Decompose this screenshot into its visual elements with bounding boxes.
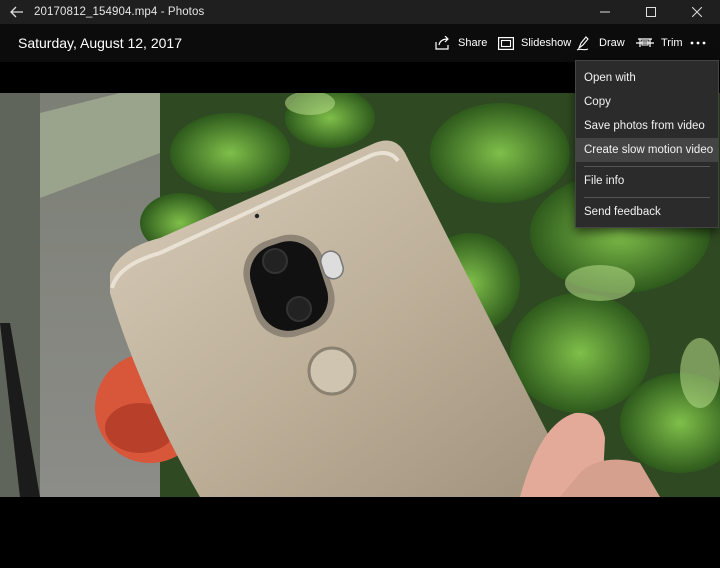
minimize-button[interactable] bbox=[582, 0, 628, 24]
menu-item-open-with[interactable]: Open with bbox=[576, 66, 718, 90]
draw-label: Draw bbox=[599, 37, 625, 49]
draw-button[interactable]: Draw bbox=[576, 30, 625, 56]
close-button[interactable] bbox=[674, 0, 720, 24]
menu-separator bbox=[584, 197, 710, 198]
minimize-icon bbox=[600, 11, 610, 13]
pen-icon bbox=[576, 36, 589, 51]
photo-date: Saturday, August 12, 2017 bbox=[18, 35, 182, 51]
share-icon bbox=[435, 36, 449, 50]
slideshow-button[interactable]: Slideshow bbox=[498, 30, 571, 56]
close-icon bbox=[692, 7, 702, 17]
command-bar: Saturday, August 12, 2017 Share Slidesho… bbox=[0, 24, 720, 62]
more-ellipsis-icon bbox=[690, 41, 706, 45]
trim-button[interactable]: Trim bbox=[636, 30, 683, 56]
more-options-menu: Open with Copy Save photos from video Cr… bbox=[575, 60, 719, 228]
window-controls bbox=[582, 0, 720, 24]
share-button[interactable]: Share bbox=[435, 30, 487, 56]
window-title: 20170812_154904.mp4 - Photos bbox=[34, 6, 205, 18]
menu-item-create-slow-motion-video[interactable]: Create slow motion video bbox=[576, 138, 718, 162]
maximize-icon bbox=[646, 7, 656, 17]
trim-icon bbox=[636, 38, 654, 47]
title-bar: 20170812_154904.mp4 - Photos bbox=[0, 0, 720, 24]
menu-item-copy[interactable]: Copy bbox=[576, 90, 718, 114]
back-arrow-icon bbox=[10, 6, 23, 18]
menu-item-send-feedback[interactable]: Send feedback bbox=[576, 200, 718, 224]
back-button[interactable] bbox=[0, 0, 34, 24]
maximize-button[interactable] bbox=[628, 0, 674, 24]
menu-item-file-info[interactable]: File info bbox=[576, 169, 718, 193]
menu-item-save-photos-from-video[interactable]: Save photos from video bbox=[576, 114, 718, 138]
menu-separator bbox=[584, 166, 710, 167]
more-options-button[interactable] bbox=[680, 30, 716, 56]
slideshow-icon bbox=[498, 36, 514, 50]
slideshow-label: Slideshow bbox=[521, 37, 572, 49]
share-label: Share bbox=[458, 37, 488, 49]
